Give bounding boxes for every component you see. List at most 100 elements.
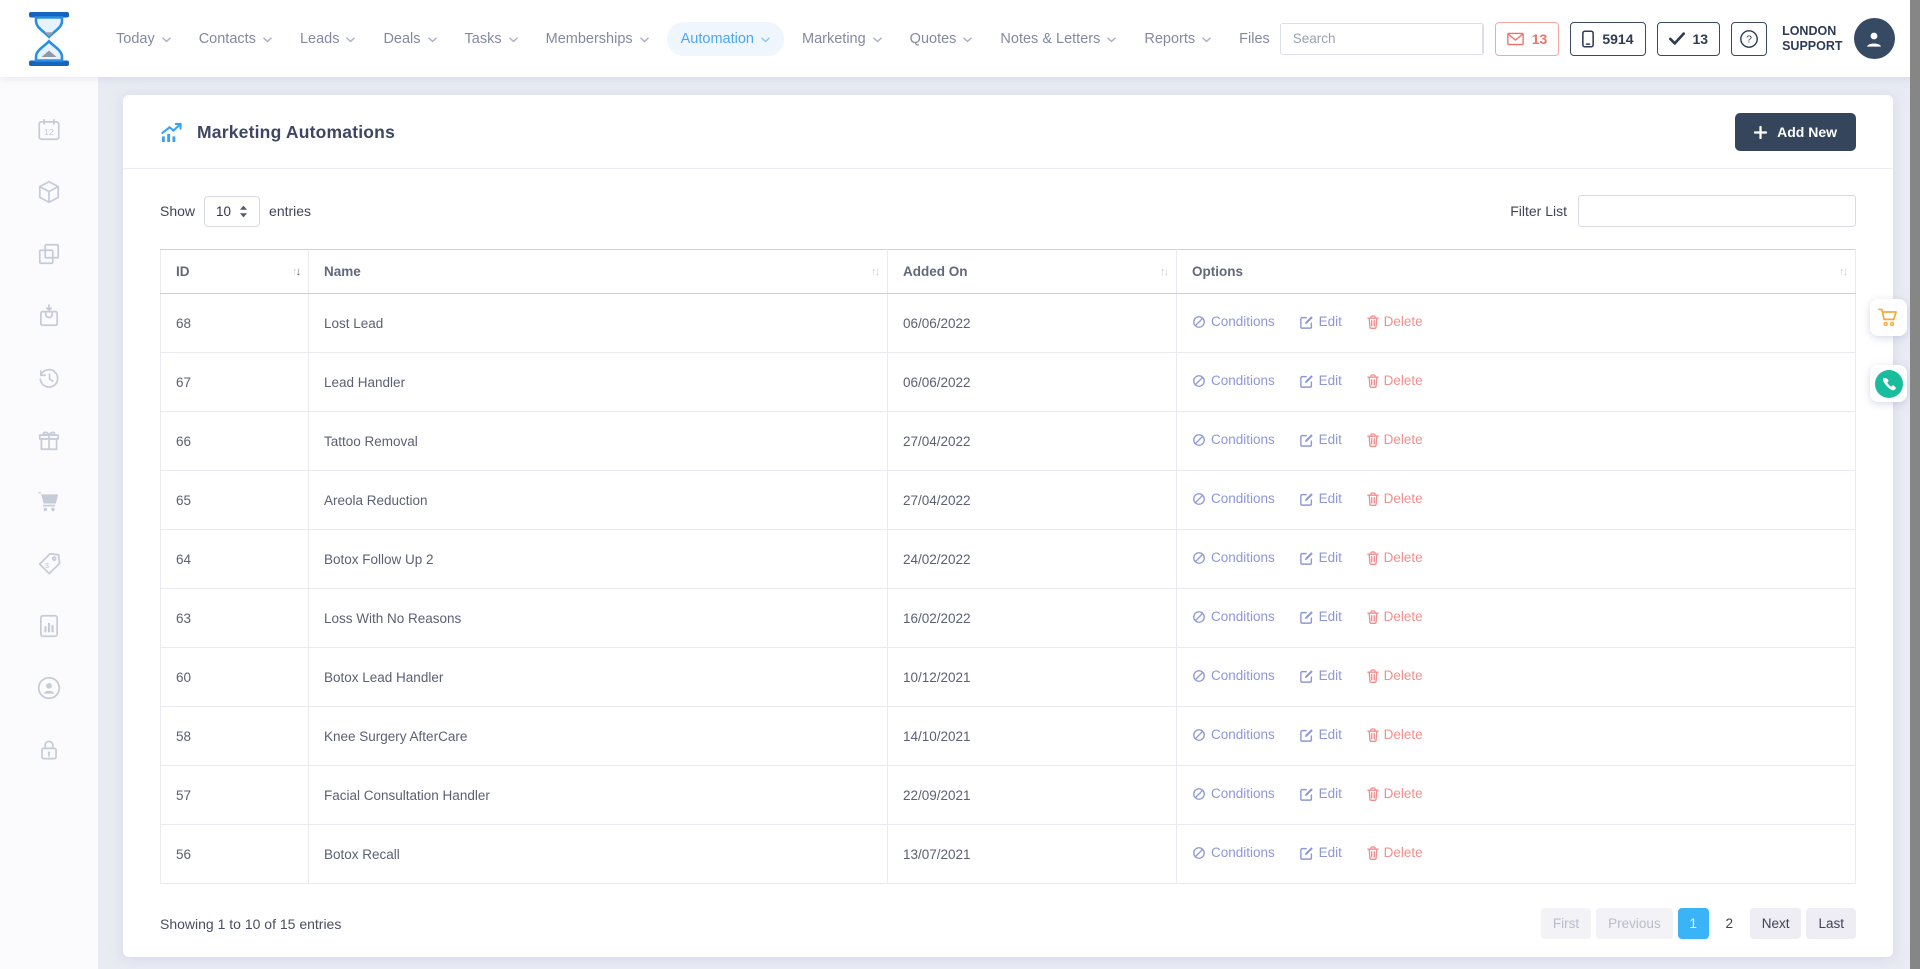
add-new-label: Add New bbox=[1777, 124, 1837, 140]
nav-item-quotes[interactable]: Quotes bbox=[900, 22, 983, 56]
cell-id: 57 bbox=[160, 765, 309, 825]
sidebar-item-cart[interactable] bbox=[36, 489, 62, 515]
conditions-link[interactable]: Conditions bbox=[1192, 314, 1275, 329]
nav-item-label: Reports bbox=[1144, 30, 1196, 47]
nav-item-label: Leads bbox=[299, 30, 340, 47]
conditions-link[interactable]: Conditions bbox=[1192, 786, 1275, 801]
search-input[interactable] bbox=[1280, 23, 1482, 54]
topbar-actions: 13 5914 13 ? LONDON SUPPORT bbox=[1279, 18, 1895, 59]
delete-link[interactable]: Delete bbox=[1366, 786, 1423, 801]
column-header-id[interactable]: ID ↑↓ bbox=[160, 249, 309, 294]
nav-item-leads[interactable]: Leads bbox=[290, 22, 366, 56]
nav-item-marketing[interactable]: Marketing bbox=[792, 22, 892, 56]
delete-link[interactable]: Delete bbox=[1366, 432, 1423, 447]
pagination-previous: Previous bbox=[1596, 908, 1673, 939]
edit-icon bbox=[1299, 492, 1314, 506]
edit-link[interactable]: Edit bbox=[1299, 491, 1342, 506]
page-size-select[interactable]: 10 bbox=[204, 195, 261, 227]
delete-link[interactable]: Delete bbox=[1366, 845, 1423, 860]
sidebar-item-report[interactable] bbox=[36, 613, 62, 639]
edit-link[interactable]: Edit bbox=[1299, 314, 1342, 329]
tasks-done-button[interactable]: 13 bbox=[1656, 21, 1721, 56]
add-new-button[interactable]: Add New bbox=[1735, 113, 1856, 151]
nav-item-tasks[interactable]: Tasks bbox=[455, 22, 528, 56]
phone-fab-button[interactable] bbox=[1870, 365, 1907, 402]
conditions-link[interactable]: Conditions bbox=[1192, 373, 1275, 388]
app-logo[interactable] bbox=[26, 11, 72, 66]
delete-link[interactable]: Delete bbox=[1366, 609, 1423, 624]
pagination: First Previous 1 2 Next Last bbox=[1540, 908, 1856, 939]
cell-id: 64 bbox=[160, 529, 309, 589]
pagination-2[interactable]: 2 bbox=[1714, 908, 1745, 939]
nav-item-memberships[interactable]: Memberships bbox=[536, 22, 659, 56]
nav-item-deals[interactable]: Deals bbox=[373, 22, 446, 56]
sidebar-item-price-tag[interactable]: $ bbox=[36, 551, 62, 577]
edit-link[interactable]: Edit bbox=[1299, 668, 1342, 683]
conditions-link[interactable]: Conditions bbox=[1192, 727, 1275, 742]
sidebar-item-copy[interactable] bbox=[36, 241, 62, 267]
nav-item-today[interactable]: Today bbox=[106, 22, 181, 56]
conditions-icon bbox=[1192, 551, 1206, 565]
pagination-next[interactable]: Next bbox=[1749, 908, 1802, 939]
edit-link[interactable]: Edit bbox=[1299, 432, 1342, 447]
conditions-link[interactable]: Conditions bbox=[1192, 609, 1275, 624]
conditions-link[interactable]: Conditions bbox=[1192, 845, 1275, 860]
avatar[interactable] bbox=[1853, 18, 1895, 59]
edit-link[interactable]: Edit bbox=[1299, 727, 1342, 742]
pagination-1[interactable]: 1 bbox=[1677, 908, 1709, 939]
nav-item-automation[interactable]: Automation bbox=[666, 21, 784, 56]
mail-notifications-button[interactable]: 13 bbox=[1494, 21, 1560, 56]
sidebar-item-lock[interactable] bbox=[36, 737, 62, 763]
delete-link[interactable]: Delete bbox=[1366, 373, 1423, 388]
mobile-icon bbox=[1582, 30, 1595, 48]
conditions-link[interactable]: Conditions bbox=[1192, 668, 1275, 683]
cell-options: Conditions Edit Delete bbox=[1176, 352, 1856, 412]
cell-added-on: 14/10/2021 bbox=[887, 706, 1177, 766]
conditions-link[interactable]: Conditions bbox=[1192, 432, 1275, 447]
edit-link[interactable]: Edit bbox=[1299, 373, 1342, 388]
sidebar-item-bag-download[interactable] bbox=[36, 303, 62, 329]
page-size-value: 10 bbox=[216, 203, 232, 219]
sidebar-item-calendar[interactable]: 12 bbox=[36, 117, 62, 143]
nav-item-contacts[interactable]: Contacts bbox=[189, 22, 282, 56]
cell-added-on: 22/09/2021 bbox=[887, 765, 1177, 825]
lock-icon bbox=[36, 737, 62, 763]
phone-notifications-button[interactable]: 5914 bbox=[1570, 21, 1646, 56]
edit-link[interactable]: Edit bbox=[1299, 786, 1342, 801]
cart-fab-button[interactable] bbox=[1870, 299, 1907, 336]
column-header-added-on[interactable]: Added On ↑↓ bbox=[887, 249, 1177, 294]
cell-id: 68 bbox=[160, 293, 309, 353]
sidebar-item-gift[interactable] bbox=[36, 427, 62, 453]
delete-link[interactable]: Delete bbox=[1366, 727, 1423, 742]
conditions-link[interactable]: Conditions bbox=[1192, 550, 1275, 565]
nav-item-reports[interactable]: Reports bbox=[1134, 22, 1221, 56]
sidebar-item-history[interactable] bbox=[36, 365, 62, 391]
search-icon[interactable] bbox=[1481, 23, 1483, 54]
column-header-name[interactable]: Name ↑↓ bbox=[308, 249, 888, 294]
pagination-last[interactable]: Last bbox=[1806, 908, 1856, 939]
edit-link[interactable]: Edit bbox=[1299, 609, 1342, 624]
edit-link[interactable]: Edit bbox=[1299, 550, 1342, 565]
delete-link[interactable]: Delete bbox=[1366, 314, 1423, 329]
cell-id: 63 bbox=[160, 588, 309, 648]
delete-link[interactable]: Delete bbox=[1366, 550, 1423, 565]
chevron-down-icon bbox=[1107, 36, 1117, 43]
nav-item-notes-letters[interactable]: Notes & Letters bbox=[990, 22, 1126, 56]
delete-link[interactable]: Delete bbox=[1366, 491, 1423, 506]
help-button[interactable]: ? bbox=[1731, 21, 1768, 56]
sidebar-item-cube[interactable] bbox=[36, 179, 62, 205]
sort-icon: ↑↓ bbox=[1839, 265, 1848, 278]
chevron-down-icon bbox=[872, 36, 882, 43]
cell-options: Conditions Edit Delete bbox=[1176, 706, 1856, 766]
filter-list-input[interactable] bbox=[1578, 195, 1856, 227]
conditions-link[interactable]: Conditions bbox=[1192, 491, 1275, 506]
nav-item-label: Contacts bbox=[198, 30, 256, 47]
sort-icon: ↑↓ bbox=[292, 265, 301, 278]
delete-link[interactable]: Delete bbox=[1366, 668, 1423, 683]
page-scrollbar[interactable] bbox=[1910, 0, 1920, 969]
svg-text:?: ? bbox=[1746, 33, 1752, 45]
edit-link[interactable]: Edit bbox=[1299, 845, 1342, 860]
sidebar-item-support[interactable] bbox=[36, 675, 62, 701]
column-header-options[interactable]: Options ↑↓ bbox=[1176, 249, 1856, 294]
nav-item-files[interactable]: Files bbox=[1229, 22, 1280, 56]
